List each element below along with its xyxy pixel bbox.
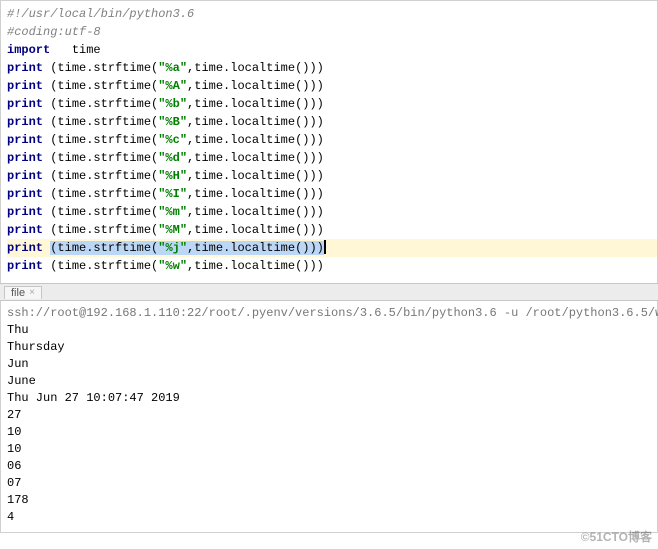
output-line: 10: [7, 441, 657, 458]
coding-line[interactable]: #coding:utf-8: [7, 23, 657, 41]
output-line: Thu: [7, 322, 657, 339]
close-icon[interactable]: ×: [29, 287, 35, 298]
print-line[interactable]: print (time.strftime("%b",time.localtime…: [7, 95, 657, 113]
print-line[interactable]: print (time.strftime("%c",time.localtime…: [7, 131, 657, 149]
import-line[interactable]: import time: [7, 41, 657, 59]
output-panel[interactable]: ssh://root@192.168.1.110:22/root/.pyenv/…: [0, 301, 658, 533]
print-line[interactable]: print (time.strftime("%j",time.localtime…: [7, 239, 657, 257]
output-line: 10: [7, 424, 657, 441]
print-line[interactable]: print (time.strftime("%w",time.localtime…: [7, 257, 657, 275]
print-line[interactable]: print (time.strftime("%a",time.localtime…: [7, 59, 657, 77]
print-line[interactable]: print (time.strftime("%H",time.localtime…: [7, 167, 657, 185]
print-line[interactable]: print (time.strftime("%M",time.localtime…: [7, 221, 657, 239]
print-line[interactable]: print (time.strftime("%m",time.localtime…: [7, 203, 657, 221]
shebang-line[interactable]: #!/usr/local/bin/python3.6: [7, 5, 657, 23]
output-line: 06: [7, 458, 657, 475]
output-command-line: ssh://root@192.168.1.110:22/root/.pyenv/…: [7, 305, 657, 322]
output-line: 27: [7, 407, 657, 424]
output-line: Jun: [7, 356, 657, 373]
output-line: June: [7, 373, 657, 390]
print-line[interactable]: print (time.strftime("%A",time.localtime…: [7, 77, 657, 95]
print-line[interactable]: print (time.strftime("%d",time.localtime…: [7, 149, 657, 167]
output-line: 07: [7, 475, 657, 492]
print-line[interactable]: print (time.strftime("%B",time.localtime…: [7, 113, 657, 131]
output-tab-file[interactable]: file ×: [4, 286, 42, 299]
output-line: Thu Jun 27 10:07:47 2019: [7, 390, 657, 407]
watermark-text: ©51CTO博客: [581, 528, 652, 545]
code-editor[interactable]: #!/usr/local/bin/python3.6#coding:utf-8i…: [0, 0, 658, 283]
output-line: 178: [7, 492, 657, 509]
text-cursor: [324, 240, 326, 254]
output-panel-tabbar: file ×: [0, 283, 658, 301]
output-tab-label: file: [11, 287, 25, 299]
print-line[interactable]: print (time.strftime("%I",time.localtime…: [7, 185, 657, 203]
output-line: Thursday: [7, 339, 657, 356]
output-line: 4: [7, 509, 657, 526]
